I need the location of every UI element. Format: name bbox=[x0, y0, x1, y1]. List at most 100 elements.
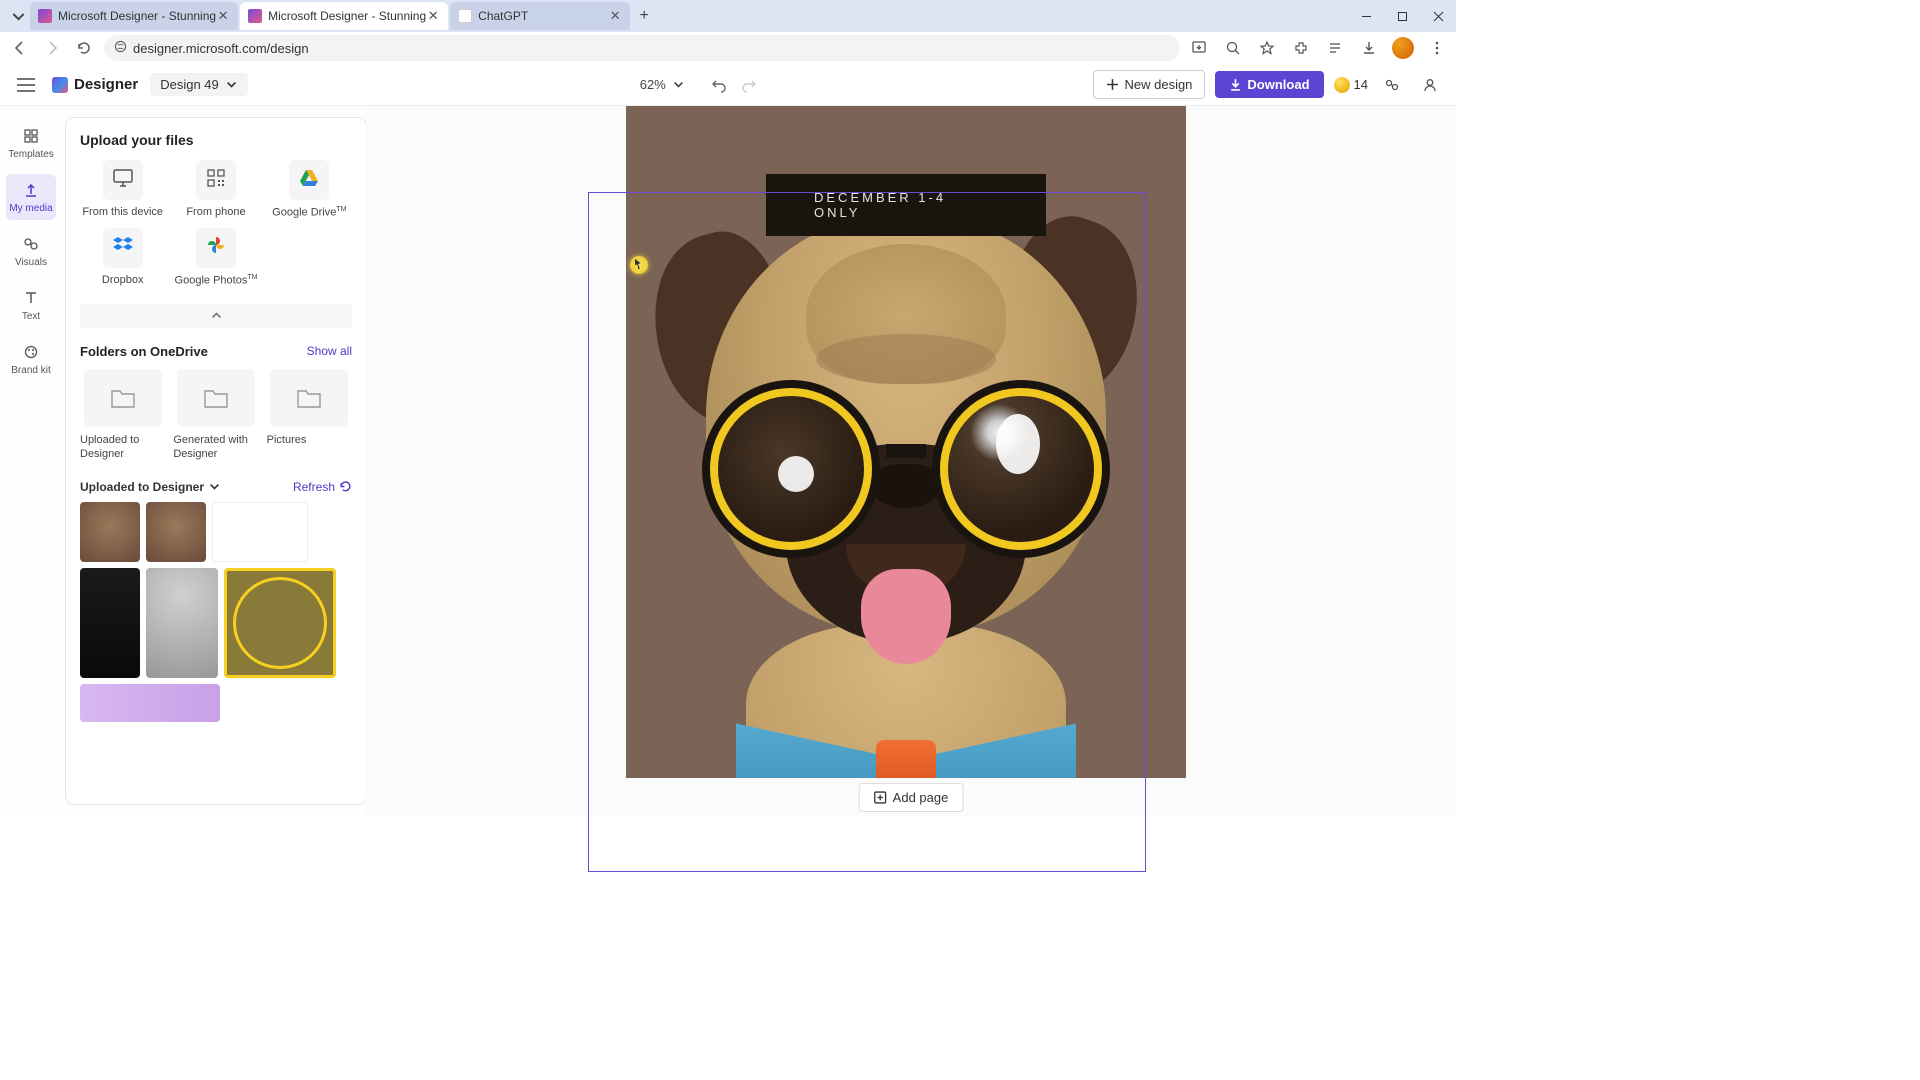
rail-visuals[interactable]: Visuals bbox=[6, 228, 56, 274]
browser-tab-1[interactable]: Microsoft Designer - Stunning ✕ bbox=[30, 2, 238, 30]
window-minimize-button[interactable] bbox=[1348, 2, 1384, 30]
app-bar-actions: New design Download 14 bbox=[1093, 70, 1444, 99]
rail-templates[interactable]: Templates bbox=[6, 120, 56, 166]
window-controls bbox=[1348, 2, 1456, 30]
tab-favicon-designer-icon bbox=[38, 9, 52, 23]
chevron-down-icon bbox=[672, 78, 685, 91]
tab-search-dropdown[interactable] bbox=[6, 4, 30, 28]
reading-list-icon[interactable] bbox=[1324, 37, 1346, 59]
window-maximize-button[interactable] bbox=[1384, 2, 1420, 30]
refresh-icon bbox=[339, 480, 352, 493]
uploaded-folder-dropdown[interactable]: Uploaded to Designer bbox=[80, 480, 221, 494]
bookmark-star-icon[interactable] bbox=[1256, 37, 1278, 59]
credits-count: 14 bbox=[1354, 77, 1368, 92]
chevron-down-icon bbox=[208, 480, 221, 493]
downloads-icon[interactable] bbox=[1358, 37, 1380, 59]
undo-button[interactable] bbox=[707, 73, 731, 97]
window-close-button[interactable] bbox=[1420, 2, 1456, 30]
add-page-label: Add page bbox=[893, 790, 949, 805]
media-panel: Upload your files From this device From … bbox=[66, 118, 366, 804]
browser-tab-2[interactable]: Microsoft Designer - Stunning ✕ bbox=[240, 2, 448, 30]
media-thumb[interactable] bbox=[146, 502, 206, 562]
back-button[interactable] bbox=[8, 36, 32, 60]
upload-google-drive[interactable]: Google DriveTM bbox=[267, 160, 352, 220]
folder-pictures[interactable]: Pictures bbox=[267, 369, 352, 462]
folder-icon bbox=[110, 387, 136, 409]
canvas-text-banner[interactable]: DECEMBER 1-4 ONLY bbox=[766, 174, 1046, 236]
templates-icon bbox=[21, 126, 41, 146]
upload-label: From this device bbox=[82, 205, 163, 219]
extensions-icon[interactable] bbox=[1290, 37, 1312, 59]
media-thumb-selected[interactable] bbox=[224, 568, 336, 678]
media-thumb[interactable] bbox=[80, 502, 140, 562]
upload-dropbox[interactable]: Dropbox bbox=[80, 228, 165, 288]
media-thumb[interactable] bbox=[146, 568, 218, 678]
browser-menu-icon[interactable] bbox=[1426, 37, 1448, 59]
reload-button[interactable] bbox=[72, 36, 96, 60]
settings-link-icon[interactable] bbox=[1378, 71, 1406, 99]
tab-close-icon[interactable]: ✕ bbox=[216, 9, 230, 23]
url-input[interactable]: designer.microsoft.com/design bbox=[104, 35, 1180, 61]
canvas-image-pug[interactable] bbox=[646, 204, 1166, 778]
tab-title: Microsoft Designer - Stunning bbox=[268, 9, 426, 23]
site-info-icon[interactable] bbox=[114, 40, 127, 56]
upload-from-device[interactable]: From this device bbox=[80, 160, 165, 220]
tab-bar: Microsoft Designer - Stunning ✕ Microsof… bbox=[0, 0, 1456, 32]
coin-icon bbox=[1334, 77, 1350, 93]
new-design-label: New design bbox=[1124, 77, 1192, 92]
app-logo[interactable]: Designer bbox=[52, 76, 138, 93]
show-all-link[interactable]: Show all bbox=[307, 344, 352, 358]
url-text: designer.microsoft.com/design bbox=[133, 41, 309, 56]
redo-button[interactable] bbox=[737, 73, 761, 97]
media-thumb[interactable] bbox=[80, 568, 140, 678]
design-name-dropdown[interactable]: Design 49 bbox=[150, 73, 248, 96]
add-page-button[interactable]: Add page bbox=[859, 783, 964, 812]
folder-grid: Uploaded to Designer Generated with Desi… bbox=[80, 369, 352, 462]
tab-close-icon[interactable]: ✕ bbox=[426, 9, 440, 23]
monitor-icon bbox=[112, 168, 134, 193]
left-rail: Templates My media Visuals Text Brand ki… bbox=[0, 106, 62, 816]
download-button[interactable]: Download bbox=[1215, 71, 1323, 98]
zoom-icon[interactable] bbox=[1222, 37, 1244, 59]
upload-google-photos[interactable]: Google PhotosTM bbox=[173, 228, 258, 288]
rail-text[interactable]: Text bbox=[6, 282, 56, 328]
upload-from-phone[interactable]: From phone bbox=[173, 160, 258, 220]
menu-hamburger-icon[interactable] bbox=[12, 71, 40, 99]
profile-avatar[interactable] bbox=[1392, 37, 1414, 59]
zoom-control[interactable]: 62% bbox=[640, 77, 685, 92]
refresh-button[interactable]: Refresh bbox=[293, 480, 352, 494]
rail-label: Templates bbox=[8, 149, 54, 160]
app-toolbar: Designer Design 49 62% New design Downlo… bbox=[0, 64, 1456, 106]
design-artboard[interactable]: DECEMBER 1-4 ONLY bbox=[626, 106, 1186, 778]
media-thumb[interactable] bbox=[80, 684, 220, 722]
media-thumbnails bbox=[80, 502, 352, 722]
new-design-button[interactable]: New design bbox=[1093, 70, 1205, 99]
collapse-section-button[interactable] bbox=[80, 304, 352, 328]
rail-my-media[interactable]: My media bbox=[6, 174, 56, 220]
install-app-icon[interactable] bbox=[1188, 37, 1210, 59]
credits-badge[interactable]: 14 bbox=[1334, 77, 1368, 93]
plus-square-icon bbox=[874, 791, 887, 804]
forward-button[interactable] bbox=[40, 36, 64, 60]
upload-label: Dropbox bbox=[102, 273, 144, 287]
tab-title: ChatGPT bbox=[478, 9, 608, 23]
plus-icon bbox=[1106, 78, 1119, 91]
folder-label: Uploaded to Designer bbox=[80, 433, 165, 462]
upload-sources: From this device From phone Google Drive… bbox=[80, 160, 352, 288]
new-tab-button[interactable]: + bbox=[632, 4, 656, 28]
account-icon[interactable] bbox=[1416, 71, 1444, 99]
design-name-text: Design 49 bbox=[160, 77, 219, 92]
media-thumb[interactable] bbox=[212, 502, 308, 562]
google-photos-icon bbox=[206, 235, 226, 260]
browser-tab-3[interactable]: ChatGPT ✕ bbox=[450, 2, 630, 30]
download-label: Download bbox=[1247, 77, 1309, 92]
qr-code-icon bbox=[206, 168, 226, 193]
tab-close-icon[interactable]: ✕ bbox=[608, 9, 622, 23]
google-drive-icon bbox=[299, 169, 319, 192]
app-logo-text: Designer bbox=[74, 76, 138, 93]
rail-brand-kit[interactable]: Brand kit bbox=[6, 336, 56, 382]
folder-generated-with-designer[interactable]: Generated with Designer bbox=[173, 369, 258, 462]
rail-label: Text bbox=[22, 311, 40, 322]
canvas-area[interactable]: DECEMBER 1-4 ONLY Add page bbox=[366, 106, 1456, 816]
folder-uploaded-to-designer[interactable]: Uploaded to Designer bbox=[80, 369, 165, 462]
